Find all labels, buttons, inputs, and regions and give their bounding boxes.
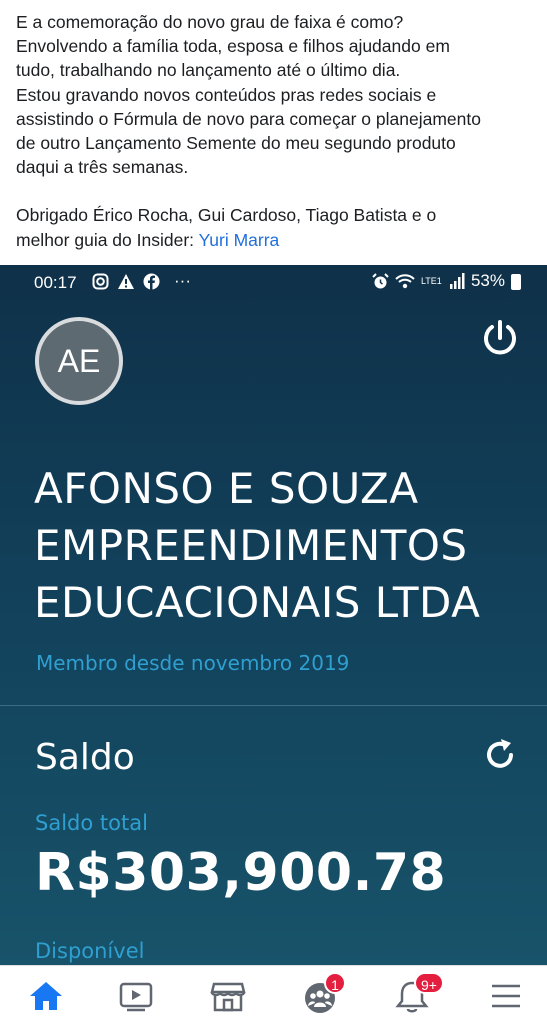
notifications-badge: 9+ bbox=[414, 972, 444, 994]
avatar-initials: AE bbox=[57, 342, 101, 379]
post-line: E a comemoração do novo grau de faixa é … bbox=[16, 12, 404, 32]
divider bbox=[0, 705, 547, 706]
post-line: de outro Lançamento Semente do meu segun… bbox=[16, 133, 456, 154]
marketplace-icon bbox=[210, 982, 246, 1012]
saldo-total-label: Saldo total bbox=[35, 811, 148, 835]
refresh-icon[interactable] bbox=[480, 735, 520, 775]
company-name: AFONSO E SOUZA EMPREENDIMENTOS EDUCACION… bbox=[34, 460, 534, 631]
post-line: Estou gravando novos conteúdos pras rede… bbox=[16, 84, 437, 105]
signal-icon bbox=[449, 273, 465, 289]
watch-icon bbox=[119, 982, 153, 1012]
post-line: tudo, trabalhando no lançamento até o úl… bbox=[16, 60, 401, 81]
saldo-title: Saldo bbox=[35, 737, 135, 778]
post-text: E a comemoração do novo grau de faixa é … bbox=[16, 10, 536, 252]
status-bar: 00:17 ··· LTE1 53% bbox=[0, 265, 547, 299]
embedded-screenshot[interactable]: 00:17 ··· LTE1 53% AE AFONSO E SOUZA EMP… bbox=[0, 265, 547, 965]
disponivel-label: Disponível bbox=[35, 939, 145, 963]
battery-percent: 53% bbox=[470, 271, 505, 290]
instagram-icon bbox=[92, 273, 109, 289]
nav-watch[interactable] bbox=[114, 974, 158, 1018]
home-icon bbox=[30, 982, 62, 1010]
company-name-line: EDUCACIONAIS LTDA bbox=[34, 578, 481, 627]
bottom-nav: 1 9+ bbox=[0, 965, 547, 1024]
status-time: 00:17 bbox=[34, 273, 77, 292]
company-name-line: AFONSO E SOUZA bbox=[34, 464, 419, 513]
status-icons-left: ··· bbox=[92, 271, 191, 291]
power-icon[interactable] bbox=[478, 317, 522, 361]
wifi-icon bbox=[395, 273, 415, 288]
groups-badge: 1 bbox=[324, 972, 346, 994]
status-icons-right: LTE1 53% bbox=[372, 271, 521, 291]
saldo-total-value: R$303,900.78 bbox=[35, 843, 447, 903]
nav-menu[interactable] bbox=[484, 974, 528, 1018]
post-thanks-line-2: melhor guia do Insider: Yuri Marra bbox=[16, 228, 536, 252]
status-more: ··· bbox=[174, 271, 191, 290]
avatar: AE bbox=[35, 317, 123, 405]
menu-icon bbox=[492, 984, 520, 1008]
post-line: daqui a três semanas. bbox=[16, 157, 189, 178]
post-line: assistindo o Fórmula de novo para começa… bbox=[16, 108, 481, 129]
nav-marketplace[interactable] bbox=[206, 974, 250, 1018]
nav-notifications[interactable]: 9+ bbox=[390, 972, 444, 1018]
post-line: Envolvendo a família toda, esposa e filh… bbox=[16, 36, 450, 57]
post-thanks-line: Obrigado Érico Rocha, Gui Cardoso, Tiago… bbox=[16, 205, 437, 226]
network-label: LTE1 bbox=[420, 275, 442, 286]
member-since: Membro desde novembro 2019 bbox=[36, 651, 350, 675]
nav-groups[interactable]: 1 bbox=[298, 972, 346, 1018]
company-name-line: EMPREENDIMENTOS bbox=[34, 521, 468, 570]
mention-link[interactable]: Yuri Marra bbox=[199, 230, 280, 250]
post-thanks-text: melhor guia do Insider: bbox=[16, 229, 199, 250]
battery-icon bbox=[511, 274, 521, 290]
warning-icon bbox=[118, 273, 134, 289]
facebook-icon bbox=[143, 273, 160, 290]
nav-home[interactable] bbox=[24, 974, 68, 1018]
alarm-icon bbox=[372, 272, 389, 288]
